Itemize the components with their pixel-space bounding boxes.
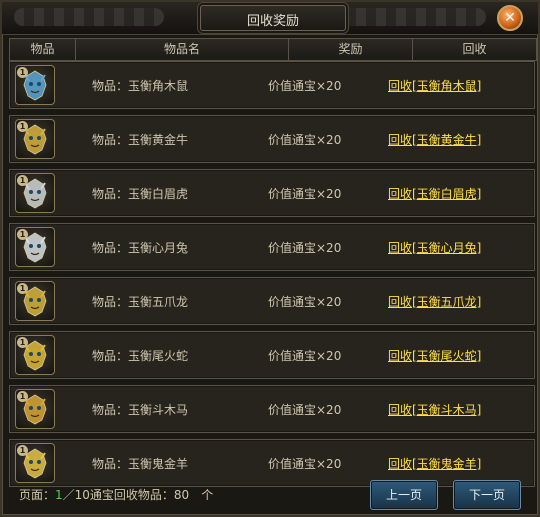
item-icon-slot[interactable]: 1 [15,119,55,159]
recycle-link[interactable]: 回收[玉衡斗木马] [388,401,481,418]
item-list: 1 物品：玉衡角木鼠 价值通宝×20 回收[玉衡角木鼠] 1 物品：玉衡黄金牛 价值通宝×2… [9,61,535,493]
table-row: 1 物品：玉衡心月兔 价值通宝×20 回收[玉衡心月兔] [9,223,535,271]
column-header-item-name: 物品名 [76,39,289,60]
column-header-item: 物品 [10,39,76,60]
item-reward: 价值通宝×20 [268,241,342,255]
item-icon-slot[interactable]: 1 [15,173,55,213]
recycle-reward-window: 回收奖励 ✕ 物品 物品名 奖励 回收 1 物品：玉衡角木鼠 价值通宝×20 回收[玉… [0,0,540,517]
item-count-badge: 1 [17,283,28,294]
item-count-badge: 1 [17,229,28,240]
page-suffix: ／10通宝回收物品：80 个 [62,488,214,502]
item-reward: 价值通宝×20 [268,457,342,471]
next-page-button[interactable]: 下一页 [453,480,521,510]
table-row: 1 物品：玉衡黄金牛 价值通宝×20 回收[玉衡黄金牛] [9,115,535,163]
item-icon-slot[interactable]: 1 [15,389,55,429]
table-row: 1 物品：玉衡白眉虎 价值通宝×20 回收[玉衡白眉虎] [9,169,535,217]
column-header-reward: 奖励 [289,39,413,60]
table-row: 1 物品：玉衡五爪龙 价值通宝×20 回收[玉衡五爪龙] [9,277,535,325]
title-bar: 回收奖励 ✕ [2,2,538,35]
item-icon-slot[interactable]: 1 [15,281,55,321]
item-name: 物品：玉衡五爪龙 [92,295,189,309]
item-reward: 价值通宝×20 [268,187,342,201]
title-plate: 回收奖励 [200,5,346,31]
item-count-badge: 1 [17,67,28,78]
item-name: 物品：玉衡鬼金羊 [92,457,189,471]
item-icon-slot[interactable]: 1 [15,65,55,105]
item-name: 物品：玉衡尾火蛇 [92,349,189,363]
footer: 页面：1／10通宝回收物品：80 个 上一页 下一页 [9,476,535,513]
item-reward: 价值通宝×20 [268,79,342,93]
close-icon: ✕ [504,10,516,26]
recycle-link[interactable]: 回收[玉衡尾火蛇] [388,347,481,364]
window-title: 回收奖励 [246,14,299,29]
recycle-link[interactable]: 回收[玉衡五爪龙] [388,293,481,310]
item-count-badge: 1 [17,175,28,186]
item-icon-slot[interactable]: 1 [15,227,55,267]
item-count-badge: 1 [17,391,28,402]
item-reward: 价值通宝×20 [268,295,342,309]
recycle-link[interactable]: 回收[玉衡鬼金羊] [388,455,481,472]
item-name: 物品：玉衡心月兔 [92,241,189,255]
item-count-badge: 1 [17,445,28,456]
item-name: 物品：玉衡黄金牛 [92,133,189,147]
column-header-recycle: 回收 [462,42,487,56]
table-row: 1 物品：玉衡斗木马 价值通宝×20 回收[玉衡斗木马] [9,385,535,433]
item-count-badge: 1 [17,121,28,132]
recycle-link[interactable]: 回收[玉衡黄金牛] [388,131,481,148]
close-button[interactable]: ✕ [497,5,523,31]
table-row: 1 物品：玉衡尾火蛇 价值通宝×20 回收[玉衡尾火蛇] [9,331,535,379]
recycle-link[interactable]: 回收[玉衡心月兔] [388,239,481,256]
current-page: 1 [55,488,63,502]
table-header: 物品 物品名 奖励 回收 [9,38,537,61]
page-info: 页面：1／10通宝回收物品：80 个 [19,486,213,503]
item-name: 物品：玉衡斗木马 [92,403,189,417]
prev-page-button[interactable]: 上一页 [370,480,438,510]
item-reward: 价值通宝×20 [268,133,342,147]
item-count-badge: 1 [17,337,28,348]
title-ornament-left [14,8,164,26]
page-prefix: 页面： [19,488,56,502]
recycle-link[interactable]: 回收[玉衡角木鼠] [388,77,481,94]
item-name: 物品：玉衡白眉虎 [92,187,189,201]
item-reward: 价值通宝×20 [268,349,342,363]
item-reward: 价值通宝×20 [268,403,342,417]
item-icon-slot[interactable]: 1 [15,335,55,375]
item-name: 物品：玉衡角木鼠 [92,79,189,93]
title-ornament-right [336,8,486,26]
table-row: 1 物品：玉衡角木鼠 价值通宝×20 回收[玉衡角木鼠] [9,61,535,109]
recycle-link[interactable]: 回收[玉衡白眉虎] [388,185,481,202]
